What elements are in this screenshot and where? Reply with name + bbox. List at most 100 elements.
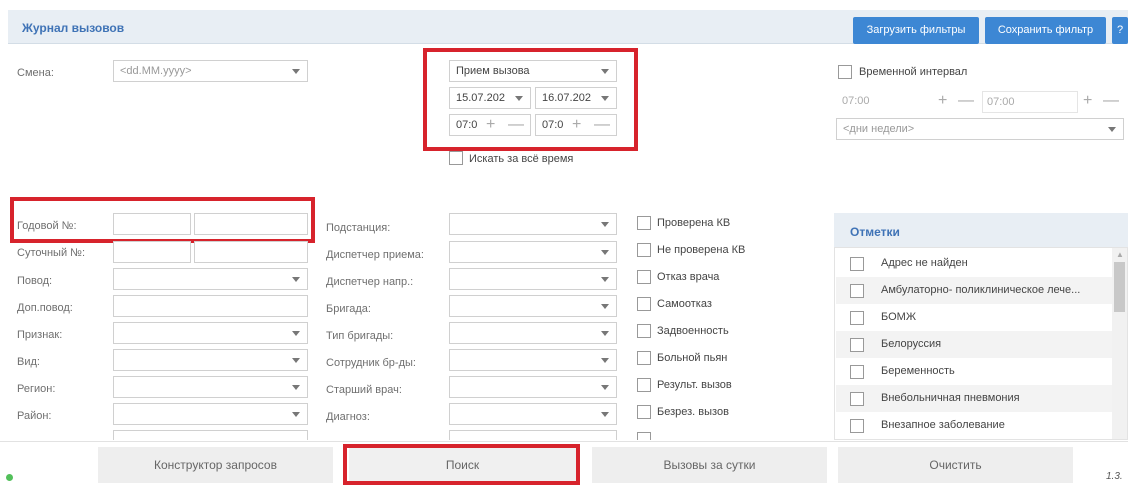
chevron-down-icon	[292, 385, 300, 390]
marks-title: Отметки	[850, 225, 900, 239]
checkbox[interactable]	[637, 243, 651, 257]
brigade-type-select[interactable]	[449, 322, 617, 344]
kind-select[interactable]	[113, 349, 308, 371]
checkbox[interactable]	[637, 405, 651, 419]
checkbox[interactable]	[637, 324, 651, 338]
minus-icon[interactable]: —	[594, 116, 610, 134]
checkbox[interactable]	[850, 392, 864, 406]
help-button[interactable]: ?	[1112, 17, 1128, 44]
year-number-from-input[interactable]	[113, 213, 191, 235]
field-label: Вид:	[17, 356, 40, 368]
checkbox[interactable]	[850, 365, 864, 379]
list-item[interactable]: Белоруссия	[836, 331, 1112, 358]
interval-to-input[interactable]: 07:00	[982, 91, 1078, 113]
checkbox[interactable]	[637, 297, 651, 311]
plus-icon[interactable]: +	[572, 116, 581, 134]
checkbox-label: Не проверена КВ	[657, 244, 746, 256]
list-item-label: БОМЖ	[881, 311, 916, 323]
query-builder-button[interactable]: Конструктор запросов	[98, 447, 333, 483]
minus-icon[interactable]: —	[958, 92, 974, 110]
direction-dispatcher-select[interactable]	[449, 268, 617, 290]
plus-icon[interactable]: +	[938, 92, 947, 110]
next-field-select[interactable]	[449, 430, 617, 440]
plus-icon[interactable]: +	[1083, 92, 1092, 110]
interval-from-input[interactable]: 07:00 + —	[836, 91, 976, 113]
time-to-input[interactable]: 07:0 + —	[535, 114, 617, 136]
shift-date-placeholder: <dd.MM.yyyy>	[120, 65, 192, 77]
minus-icon[interactable]: —	[1103, 92, 1119, 110]
clear-button[interactable]: Очистить	[838, 447, 1073, 483]
weekdays-select[interactable]: <дни недели>	[836, 118, 1124, 140]
checkbox[interactable]	[850, 257, 864, 271]
reason-select[interactable]	[113, 268, 308, 290]
plus-icon[interactable]: +	[486, 116, 495, 134]
next-field-select[interactable]	[113, 430, 308, 440]
chevron-down-icon	[292, 277, 300, 282]
call-type-select[interactable]: Прием вызова	[449, 60, 617, 82]
year-number-to-input[interactable]	[194, 213, 308, 235]
shift-date-select[interactable]: <dd.MM.yyyy>	[113, 60, 308, 82]
field-label: Подстанция:	[326, 222, 391, 234]
checkbox[interactable]	[850, 284, 864, 298]
checkbox[interactable]	[850, 311, 864, 325]
field-label: Бригада:	[326, 303, 371, 315]
region-select[interactable]	[113, 376, 308, 398]
version-label: 1.3.	[1106, 471, 1123, 482]
checkbox[interactable]	[637, 216, 651, 230]
date-from-select[interactable]: 15.07.202	[449, 87, 531, 109]
search-all-time-checkbox[interactable]	[449, 151, 463, 165]
list-item[interactable]: Амбулаторно- поликлиническое лече...	[836, 277, 1112, 304]
list-item[interactable]: Адрес не найден	[836, 250, 1112, 277]
time-interval-checkbox[interactable]	[838, 65, 852, 79]
list-item[interactable]: БОМЖ	[836, 304, 1112, 331]
brigade-select[interactable]	[449, 295, 617, 317]
day-number-to-input[interactable]	[194, 241, 308, 263]
list-item[interactable]: Внезапное заболевание	[836, 412, 1112, 439]
diagnosis-select[interactable]	[449, 403, 617, 425]
call-type-value: Прием вызова	[456, 65, 530, 77]
sign-select[interactable]	[113, 322, 308, 344]
checkbox-label: Результ. вызов	[657, 379, 732, 391]
time-from-value: 07:0	[456, 119, 478, 131]
substation-select[interactable]	[449, 213, 617, 235]
list-item[interactable]: Беременность	[836, 358, 1112, 385]
calls-per-day-button[interactable]: Вызовы за сутки	[592, 447, 827, 483]
chevron-down-icon	[601, 412, 609, 417]
save-filter-button[interactable]: Сохранить фильтр	[985, 17, 1106, 44]
senior-doctor-select[interactable]	[449, 376, 617, 398]
time-from-input[interactable]: 07:0 + —	[449, 114, 531, 136]
date-to-value: 16.07.202	[542, 92, 591, 104]
minus-icon[interactable]: —	[508, 116, 524, 134]
time-interval-label: Временной интервал	[859, 66, 968, 78]
checkbox[interactable]	[637, 432, 651, 440]
checkbox[interactable]	[850, 338, 864, 352]
chevron-down-icon	[601, 250, 609, 255]
divider	[0, 441, 1128, 442]
interval-from-value: 07:00	[842, 95, 870, 107]
field-label: Повод:	[17, 275, 53, 287]
checkbox[interactable]	[637, 378, 651, 392]
checkbox[interactable]	[850, 419, 864, 433]
list-item-label: Белоруссия	[881, 338, 942, 350]
checkbox[interactable]	[637, 351, 651, 365]
load-filters-button[interactable]: Загрузить фильтры	[853, 17, 979, 44]
extra-reason-input[interactable]	[113, 295, 308, 317]
chevron-down-icon	[292, 69, 300, 74]
list-item[interactable]: Внебольничная пневмония	[836, 385, 1112, 412]
chevron-down-icon	[515, 96, 523, 101]
chevron-down-icon	[601, 222, 609, 227]
checkbox[interactable]	[637, 270, 651, 284]
date-to-select[interactable]: 16.07.202	[535, 87, 617, 109]
scrollbar-thumb[interactable]	[1114, 262, 1125, 312]
field-label: Доп.повод:	[17, 302, 73, 314]
checkbox-label: Безрез. вызов	[657, 406, 729, 418]
day-number-from-input[interactable]	[113, 241, 191, 263]
district-select[interactable]	[113, 403, 308, 425]
scroll-up-icon[interactable]: ▲	[1116, 250, 1124, 259]
field-label: Признак:	[17, 329, 63, 341]
chevron-down-icon	[601, 358, 609, 363]
field-label: Суточный №:	[17, 247, 86, 259]
interval-to-value: 07:00	[987, 96, 1015, 108]
receive-dispatcher-select[interactable]	[449, 241, 617, 263]
brigade-employee-select[interactable]	[449, 349, 617, 371]
